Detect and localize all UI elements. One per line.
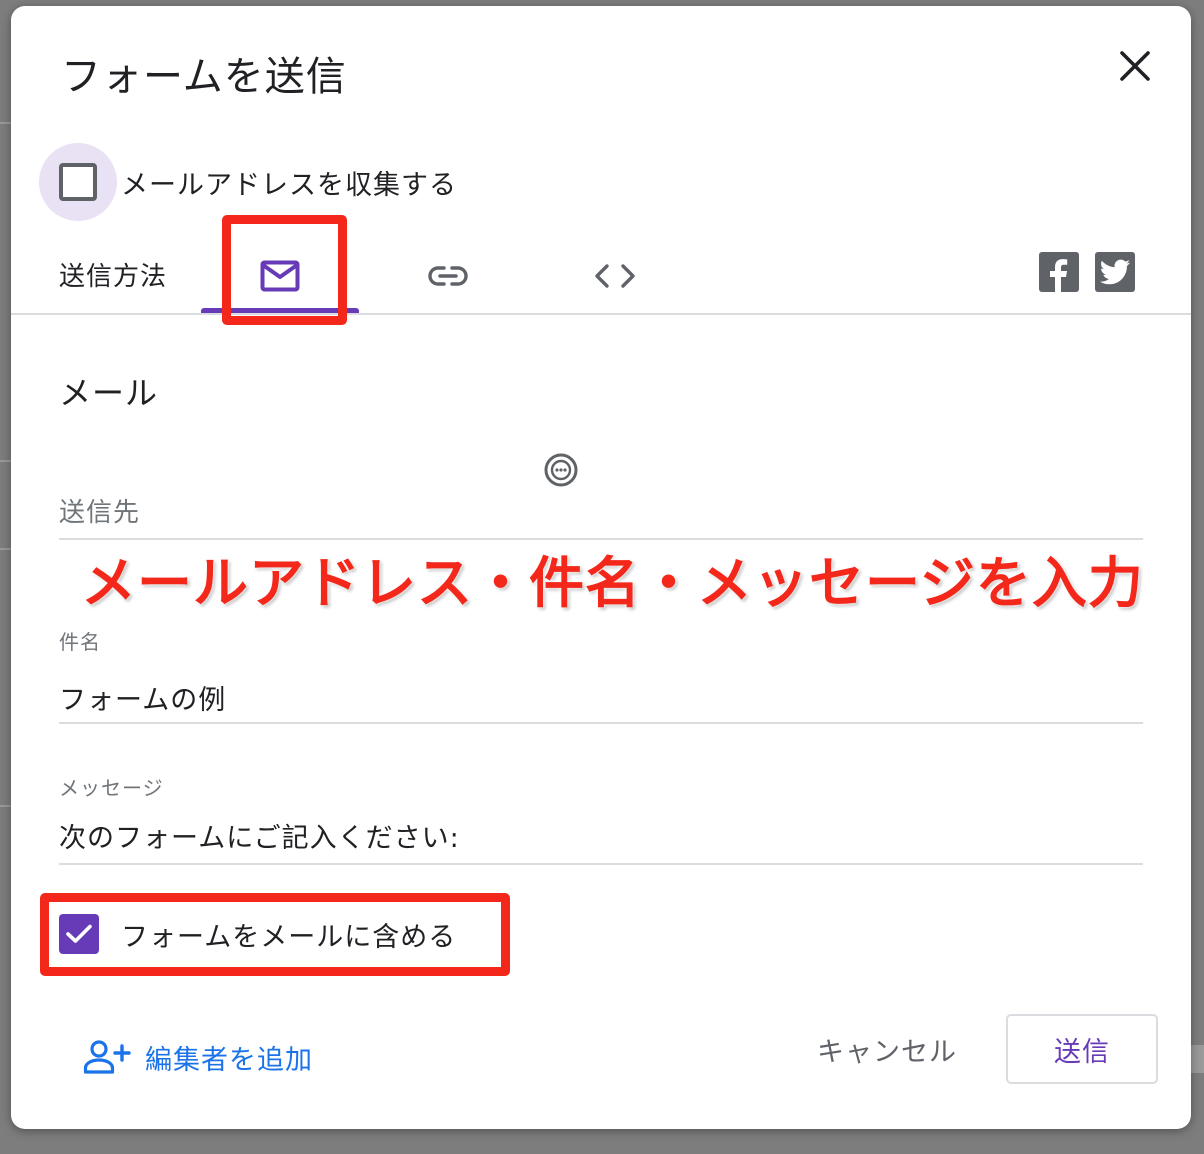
add-editor-button[interactable]: 編集者を追加 (83, 1034, 313, 1080)
message-input[interactable]: 次のフォームにご記入ください: (59, 816, 460, 855)
tab-link[interactable] (369, 236, 527, 316)
collect-email-row[interactable]: メールアドレスを収集する (39, 143, 457, 221)
collect-email-label: メールアドレスを収集する (121, 169, 457, 201)
facebook-share-button[interactable] (1039, 252, 1079, 292)
collect-email-checkbox[interactable] (39, 143, 117, 221)
twitter-icon (1099, 259, 1130, 285)
contact-suggest-icon[interactable] (541, 450, 581, 490)
include-form-label: フォームをメールに含める (121, 921, 457, 953)
send-method-label: 送信方法 (59, 262, 168, 292)
tabs-divider (11, 313, 1191, 315)
send-form-dialog: フォームを送信 メールアドレスを収集する 送信方法 メール 送信先 メールアドレ… (11, 6, 1191, 1129)
include-form-row[interactable]: フォームをメールに含める (59, 912, 456, 956)
to-field-label: 送信先 (59, 498, 141, 528)
facebook-icon (1050, 259, 1068, 292)
backdrop-strip (1190, 1045, 1204, 1073)
email-section-title: メール (59, 374, 159, 412)
person-add-icon (83, 1040, 131, 1074)
code-embed-icon (595, 264, 635, 288)
subject-field-label: 件名 (59, 630, 101, 654)
message-field-label: メッセージ (59, 776, 164, 800)
checkbox-box (59, 163, 97, 201)
close-icon (1120, 51, 1150, 81)
check-icon (66, 924, 92, 943)
include-form-checkbox[interactable] (59, 914, 99, 954)
cancel-button[interactable]: キャンセル (801, 1024, 973, 1074)
dialog-title: フォームを送信 (61, 54, 347, 100)
tab-email[interactable] (201, 236, 359, 316)
send-button[interactable]: 送信 (1006, 1014, 1158, 1084)
add-editor-label: 編集者を追加 (145, 1044, 313, 1076)
mail-icon (260, 260, 300, 292)
twitter-share-button[interactable] (1095, 252, 1135, 292)
subject-input[interactable]: フォームの例 (59, 678, 226, 717)
annotation-callout: メールアドレス・件名・メッセージを入力 (81, 551, 1144, 615)
tab-embed[interactable] (536, 236, 694, 316)
subject-field-underline (59, 722, 1143, 724)
close-button[interactable] (1111, 42, 1159, 90)
link-icon (428, 266, 468, 286)
message-field-underline (59, 863, 1143, 865)
